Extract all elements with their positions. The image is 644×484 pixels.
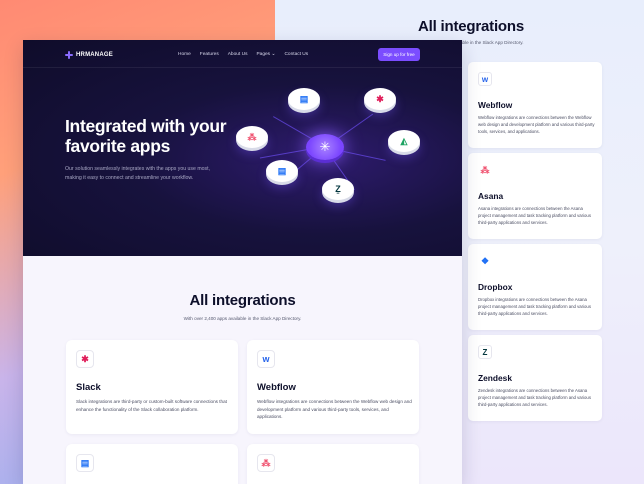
zendesk-icon: Z xyxy=(478,345,492,359)
integration-card-asana[interactable]: ⁂ Asana Asana integrations are connectio… xyxy=(468,153,602,239)
back-section-subtitle: able in the Slack App Directory. xyxy=(460,40,524,45)
asana-icon: ⁂ xyxy=(257,454,275,472)
google-drive-icon: ◭ xyxy=(388,130,420,152)
section-title: All integrations xyxy=(189,292,296,309)
trello-icon: ▤ xyxy=(288,88,320,110)
integrations-illustration: ▤ ✱ ⁂ ✳ ◭ ▤ Ẕ xyxy=(228,88,428,248)
slack-icon: ✱ xyxy=(364,88,396,110)
nav-item-contact[interactable]: Contact Us xyxy=(284,52,308,57)
card-description: Zendesk integrations are connections bet… xyxy=(478,388,591,407)
card-name: Dropbox xyxy=(478,282,513,292)
card-name: Slack xyxy=(76,382,101,393)
nav-item-pages[interactable]: Pages ⌄ xyxy=(256,52,275,57)
section-subtitle: With over 2,400 apps available in the Sl… xyxy=(183,316,302,321)
trello-icon: ▤ xyxy=(266,160,298,182)
brand-mark-icon xyxy=(65,51,73,59)
integration-card-webflow[interactable]: w Webflow Webflow integrations are conne… xyxy=(247,340,419,434)
card-name: Asana xyxy=(478,191,504,201)
brand-name: HRMANAGE xyxy=(76,52,113,58)
dropbox-icon: ❖ xyxy=(480,255,490,266)
front-page-window: HRMANAGE Home Features About Us Pages ⌄ … xyxy=(23,40,462,484)
slack-icon: ✱ xyxy=(76,350,94,368)
card-description: Webflow integrations are connections bet… xyxy=(257,399,412,420)
nav-menu: Home Features About Us Pages ⌄ Contact U… xyxy=(178,52,308,57)
trello-icon: ▤ xyxy=(76,454,94,472)
integration-card-webflow[interactable]: w Webflow Webflow integrations are conne… xyxy=(468,62,602,148)
nav-item-about[interactable]: About Us xyxy=(228,52,248,57)
top-navigation: HRMANAGE Home Features About Us Pages ⌄ … xyxy=(23,40,462,68)
hero-section: HRMANAGE Home Features About Us Pages ⌄ … xyxy=(23,40,462,256)
signup-button[interactable]: Sign up for free xyxy=(378,48,420,61)
card-description: Asana integrations are connections betwe… xyxy=(478,206,591,225)
card-description: Slack integrations are third-party or cu… xyxy=(76,399,227,412)
asana-icon: ⁂ xyxy=(236,126,268,148)
integration-card-dropbox[interactable]: ❖ Dropbox Dropbox integrations are conne… xyxy=(468,244,602,330)
nav-item-features[interactable]: Features xyxy=(200,52,219,57)
card-description: Webflow integrations are connections bet… xyxy=(478,115,595,134)
integration-card-asana[interactable]: ⁂ xyxy=(247,444,419,484)
webflow-icon: w xyxy=(257,350,275,368)
zendesk-icon: Ẕ xyxy=(322,178,354,200)
back-section-title: All integrations xyxy=(418,18,524,35)
card-name: Webflow xyxy=(478,100,513,110)
brand-logo[interactable]: HRMANAGE xyxy=(65,51,113,59)
card-description: Dropbox integrations are connections bet… xyxy=(478,297,591,316)
integration-card-zendesk[interactable]: Z Zendesk Zendesk integrations are conne… xyxy=(468,335,602,421)
card-name: Zendesk xyxy=(478,373,512,383)
integration-card-trello[interactable]: ▤ xyxy=(66,444,238,484)
integration-card-slack[interactable]: ✱ Slack Slack integrations are third-par… xyxy=(66,340,238,434)
nav-item-home[interactable]: Home xyxy=(178,52,191,57)
webflow-icon: w xyxy=(478,72,492,86)
asterisk-icon: ✳ xyxy=(306,134,344,160)
card-name: Webflow xyxy=(257,382,296,393)
hero-title: Integrated with your favorite apps xyxy=(65,116,227,156)
asana-icon: ⁂ xyxy=(480,164,490,175)
hero-description: Our solution seamlessly integrates with … xyxy=(65,166,211,181)
